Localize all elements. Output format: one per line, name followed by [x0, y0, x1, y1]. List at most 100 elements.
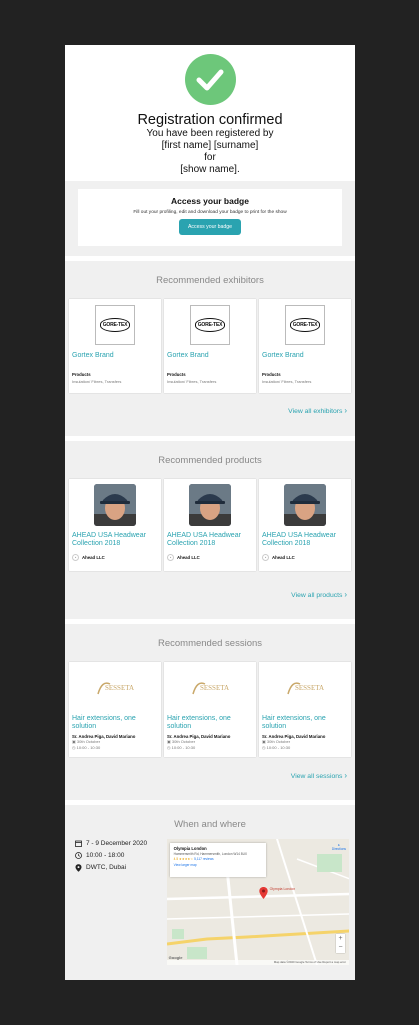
page-title: Registration confirmed	[137, 112, 283, 128]
product-cards: AHEAD USA Headwear Collection 2018 ● Ahea…	[65, 479, 355, 571]
session-card[interactable]: SESSETA Hair extensions, one solution Sr…	[69, 662, 161, 757]
calendar-icon: ▣	[72, 739, 76, 744]
calendar-icon: ▣	[262, 739, 266, 744]
view-larger-map-link[interactable]: View larger map	[174, 863, 262, 867]
exhibitor-name[interactable]: Gortex Brand	[167, 352, 253, 360]
calendar-icon	[75, 840, 82, 847]
clock-icon	[75, 852, 82, 859]
gortex-logo: GORE-TEX	[190, 305, 230, 345]
exhibitor-card[interactable]: GORE-TEX Gortex Brand Products Insulatio…	[259, 299, 351, 393]
product-categories: Insulation/ Fibres, Transfers	[72, 379, 122, 384]
product-card[interactable]: AHEAD USA Headwear Collection 2018 ● Ahea…	[164, 479, 256, 571]
hero-line: for	[204, 152, 216, 163]
chevron-right-icon: ›	[344, 590, 347, 599]
session-time: ◷ 10:00 - 10:30	[72, 745, 101, 750]
company-logo-icon: ●	[72, 554, 79, 561]
products-label: Products	[262, 372, 281, 377]
view-all-products-link[interactable]: View all products ›	[65, 590, 355, 599]
sesseta-logo: SESSETA	[284, 673, 326, 703]
product-categories: Insulation/ Fibres, Transfers	[262, 379, 312, 384]
event-dates: 7 - 9 December 2020	[75, 839, 167, 848]
sesseta-logo: SESSETA	[189, 673, 231, 703]
session-time: ◷ 10:00 - 10:30	[262, 745, 291, 750]
map-place-name: Olympia London	[173, 846, 207, 851]
clock-icon: ◷	[262, 745, 266, 750]
directions-button[interactable]: ➤ Directions	[332, 843, 346, 851]
product-image	[94, 484, 136, 526]
view-all-sessions-link[interactable]: View all sessions ›	[65, 771, 355, 780]
map-footer: Map data ©2020 Google Terms of Use Repor…	[166, 960, 349, 965]
products-label: Products	[167, 372, 186, 377]
product-card[interactable]: AHEAD USA Headwear Collection 2018 ● Ahea…	[259, 479, 351, 571]
zoom-out-icon[interactable]: −	[336, 943, 345, 952]
exhibitor-card[interactable]: GORE-TEX Gortex Brand Products Insulatio…	[164, 299, 256, 393]
hero-line: [show name].	[180, 164, 240, 175]
sesseta-logo: SESSETA	[94, 673, 136, 703]
badge-description: Fill out your profiling, edit and downlo…	[133, 210, 287, 215]
badge-card: Access your badge Fill out your profilin…	[78, 189, 342, 246]
company-name: Ahead LLC	[82, 555, 105, 560]
clock-icon: ◷	[72, 745, 76, 750]
map-place-label: Olympia London	[269, 887, 296, 891]
sessions-section: Recommended sessions SESSETA Hair extens…	[65, 624, 355, 800]
company-logo-icon: ●	[167, 554, 174, 561]
exhibitor-name[interactable]: Gortex Brand	[72, 352, 158, 360]
map-rating: 4.5 ★★★★☆ 5,117 reviews	[173, 857, 214, 861]
map-zoom-controls[interactable]: + −	[336, 934, 345, 953]
exhibitor-card[interactable]: GORE-TEX Gortex Brand Products Insulatio…	[69, 299, 161, 393]
exhibitor-name[interactable]: Gortex Brand	[262, 352, 348, 360]
svg-text:SESSETA: SESSETA	[105, 684, 134, 692]
hero-section: Registration confirmed You have been reg…	[65, 45, 355, 181]
session-cards: SESSETA Hair extensions, one solution Sr…	[65, 662, 355, 757]
product-image	[284, 484, 326, 526]
product-name[interactable]: AHEAD USA Headwear Collection 2018	[72, 532, 158, 548]
product-name[interactable]: AHEAD USA Headwear Collection 2018	[262, 532, 348, 548]
badge-title: Access your badge	[171, 196, 249, 206]
section-title: Recommended products	[158, 455, 262, 466]
section-title: Recommended exhibitors	[156, 275, 264, 286]
products-label: Products	[72, 372, 91, 377]
exhibitors-section: Recommended exhibitors GORE-TEX Gortex B…	[65, 261, 355, 436]
map-pin-icon[interactable]	[258, 886, 268, 904]
company-name: Ahead LLC	[272, 555, 295, 560]
confirmation-page: Registration confirmed You have been reg…	[65, 45, 355, 980]
session-time: ◷ 10:00 - 10:30	[167, 745, 196, 750]
view-all-exhibitors-link[interactable]: View all exhibitors ›	[65, 406, 355, 415]
section-title: Recommended sessions	[157, 638, 263, 649]
calendar-icon: ▣	[167, 739, 171, 744]
badge-section: Access your badge Fill out your profilin…	[65, 181, 355, 256]
product-name[interactable]: AHEAD USA Headwear Collection 2018	[167, 532, 253, 548]
check-icon	[184, 54, 236, 105]
gortex-logo: GORE-TEX	[95, 305, 135, 345]
map-place-address: Hammersmith Rd, Hammersmith, London W14 …	[173, 852, 248, 856]
product-card[interactable]: AHEAD USA Headwear Collection 2018 ● Ahea…	[69, 479, 161, 571]
product-categories: Insulation/ Fibres, Transfers	[167, 379, 217, 384]
products-section: Recommended products AHEAD USA Headwear …	[65, 441, 355, 619]
event-time: 10:00 - 18:00	[75, 851, 167, 860]
section-title: When and where	[174, 819, 246, 830]
map-place-card: Olympia London Hammersmith Rd, Hammersmi…	[169, 843, 266, 877]
product-image	[189, 484, 231, 526]
session-card[interactable]: SESSETA Hair extensions, one solution Sr…	[259, 662, 351, 757]
session-name[interactable]: Hair extensions, one solution	[72, 715, 158, 731]
company-name: Ahead LLC	[177, 555, 200, 560]
company-logo-icon: ●	[262, 554, 269, 561]
access-badge-button[interactable]: Access your badge	[178, 219, 242, 235]
zoom-in-icon[interactable]: +	[336, 934, 345, 943]
exhibitor-cards: GORE-TEX Gortex Brand Products Insulatio…	[65, 299, 355, 393]
clock-icon: ◷	[167, 745, 171, 750]
location-map[interactable]: Olympia London Olympia London Hammersmit…	[166, 839, 349, 965]
event-info: 7 - 9 December 2020 10:00 - 18:00 DWTC, …	[71, 839, 167, 965]
when-where-section: When and where 7 - 9 December 2020 10:00…	[65, 805, 355, 980]
hero-line: You have been registered by	[146, 128, 274, 139]
gortex-logo: GORE-TEX	[285, 305, 325, 345]
location-pin-icon	[75, 863, 82, 872]
svg-text:SESSETA: SESSETA	[200, 684, 229, 692]
session-card[interactable]: SESSETA Hair extensions, one solution Sr…	[164, 662, 256, 757]
chevron-right-icon: ›	[344, 771, 347, 780]
chevron-right-icon: ›	[344, 406, 347, 415]
hero-line: [first name] [surname]	[161, 140, 259, 151]
session-name[interactable]: Hair extensions, one solution	[167, 715, 253, 731]
session-name[interactable]: Hair extensions, one solution	[262, 715, 348, 731]
svg-text:SESSETA: SESSETA	[295, 684, 324, 692]
